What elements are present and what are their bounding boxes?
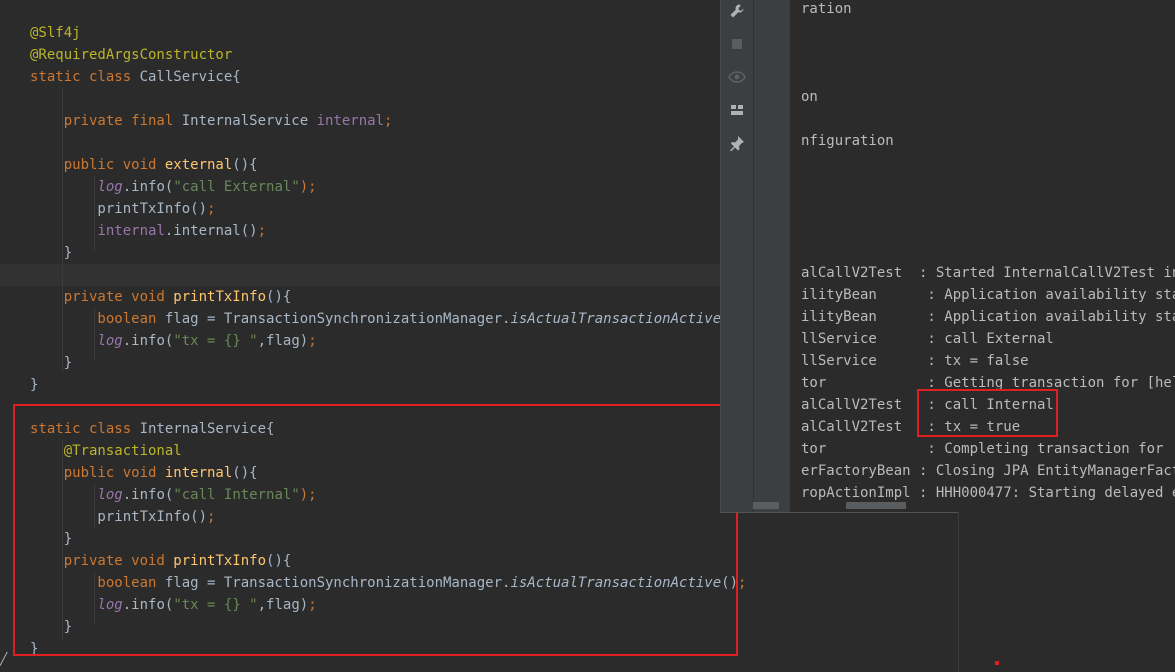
code-token: isActualTransactionActive	[510, 311, 722, 327]
pin-icon[interactable]	[727, 133, 747, 153]
code-token: ;	[207, 201, 216, 217]
code-token: private final	[30, 113, 182, 129]
console-line: ropActionImpl : HHH000477: Starting dela…	[801, 485, 1175, 501]
code-token: log	[97, 333, 123, 349]
code-token: (){	[266, 289, 292, 305]
indent-guide	[94, 176, 95, 250]
code-token: printTxInfo	[173, 289, 267, 305]
code-token: internal	[316, 113, 385, 129]
code-token: log	[97, 179, 123, 195]
code-token: InternalService	[181, 113, 317, 129]
console-line: erFactoryBean : Closing JPA EntityManage…	[801, 463, 1175, 479]
console-scrollbar[interactable]	[846, 502, 906, 509]
console-line: ilityBean : Application availability sta…	[801, 309, 1175, 325]
code-token: ;	[384, 113, 393, 129]
error-marker-icon	[995, 661, 999, 665]
indent-guide	[94, 308, 95, 360]
console-line: on	[801, 89, 818, 105]
fold-marker[interactable]: ╱	[0, 652, 7, 672]
console-line: llService : tx = false	[801, 353, 1029, 369]
highlight-box-internal-service	[13, 404, 738, 656]
code-token: "tx = {} "	[173, 333, 258, 349]
highlight-box-console	[917, 389, 1058, 437]
tree-scrollbar[interactable]	[753, 502, 779, 509]
code-token: }	[30, 377, 39, 393]
code-token: internal	[97, 223, 165, 239]
side-panel-blank	[958, 512, 1175, 672]
code-token: static class	[30, 69, 140, 85]
code-token: .info(	[122, 333, 174, 349]
code-token: (){	[232, 157, 258, 173]
code-token: flag = TransactionSynchronizationManager…	[164, 311, 511, 327]
code-token: boolean	[30, 311, 165, 327]
indent-guide	[62, 88, 63, 372]
console-line: tor : Completing transaction for [hel	[801, 441, 1175, 457]
code-token: ;	[308, 333, 317, 349]
console-line: ilityBean : Application availability sta…	[801, 287, 1175, 303]
stop-icon[interactable]	[727, 34, 747, 54]
code-token: ,flag)	[257, 333, 309, 349]
console-line: llService : call External	[801, 331, 1054, 347]
wrench-icon[interactable]	[727, 1, 747, 21]
code-token: public void	[30, 157, 165, 173]
run-tool-window: ration on nfiguration alCallV2Test : Starte…	[720, 0, 1175, 513]
code-token: private void	[30, 289, 174, 305]
code-token: "call External"	[173, 179, 300, 195]
console-line: ration	[801, 1, 852, 17]
code-token: .internal()	[164, 223, 258, 239]
console-line: alCallV2Test : Started InternalCallV2Tes…	[801, 265, 1175, 281]
eye-icon[interactable]	[727, 67, 747, 87]
code-token: CallService{	[139, 69, 241, 85]
test-tree-column[interactable]	[754, 0, 790, 512]
code-token: ;	[738, 575, 747, 591]
console-line: nfiguration	[801, 133, 894, 149]
code-token: }	[30, 245, 73, 261]
code-token: );	[299, 179, 317, 195]
code-token: external	[164, 157, 233, 173]
run-toolbar	[721, 0, 754, 512]
code-token: @Slf4j	[30, 25, 81, 41]
layout-icon[interactable]	[727, 100, 747, 120]
code-token: }	[30, 355, 73, 371]
code-token: ;	[257, 223, 267, 239]
code-token: @RequiredArgsConstructor	[30, 47, 233, 63]
code-token: .info(	[122, 179, 174, 195]
code-token: printTxInfo()	[30, 201, 208, 217]
